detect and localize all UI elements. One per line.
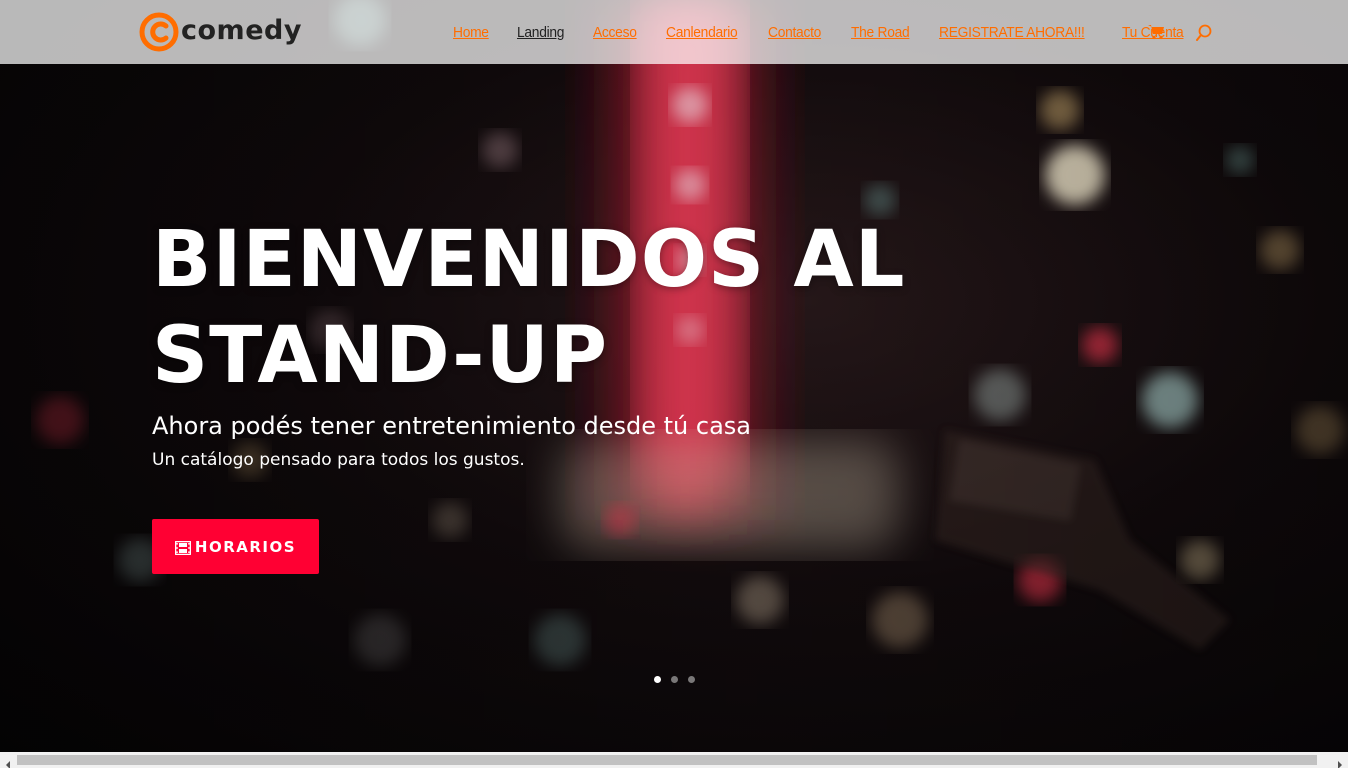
nav-item-acceso[interactable]: Acceso (593, 24, 637, 41)
slider-dot-3[interactable] (688, 676, 695, 683)
logo-text: comedy (181, 14, 302, 46)
nav-item-calendario[interactable]: Canlendario (666, 24, 738, 41)
scrollbar-thumb[interactable] (17, 755, 1317, 765)
nav-item-landing[interactable]: Landing (517, 24, 564, 41)
shopping-cart-icon[interactable] (1148, 24, 1164, 40)
main-navigation: Home Landing Acceso Canlendario Contacto… (453, 20, 1214, 44)
hero-subtitle: Ahora podés tener entretenimiento desde … (152, 412, 752, 440)
nav-item-contacto[interactable]: Contacto (768, 24, 821, 41)
page: comedy Home Landing Acceso Canlendario C… (0, 0, 1348, 768)
scroll-left-arrow-icon[interactable] (3, 755, 13, 768)
slider-dot-1[interactable] (654, 676, 661, 683)
horarios-button-label: HORARIOS (194, 537, 297, 556)
horarios-button[interactable]: HORARIOS (152, 519, 319, 574)
scroll-right-arrow-icon[interactable] (1335, 755, 1345, 768)
hero-title: BIENVENIDOS AL STAND-UP (152, 215, 906, 401)
nav-item-home[interactable]: Home (453, 24, 489, 41)
nav-item-registrate[interactable]: REGISTRATE AHORA!!! (939, 24, 1085, 41)
slider-pagination (654, 676, 705, 683)
site-header: comedy Home Landing Acceso Canlendario C… (0, 0, 1348, 64)
site-logo[interactable]: comedy (139, 11, 302, 53)
search-icon[interactable] (1196, 24, 1212, 42)
horizontal-scrollbar[interactable] (0, 752, 1348, 768)
film-icon (174, 540, 192, 555)
logo-mark-icon (139, 12, 179, 52)
slider-dot-2[interactable] (671, 676, 678, 683)
hero-description: Un catálogo pensado para todos los gusto… (152, 450, 525, 470)
nav-item-the-road[interactable]: The Road (851, 24, 910, 41)
